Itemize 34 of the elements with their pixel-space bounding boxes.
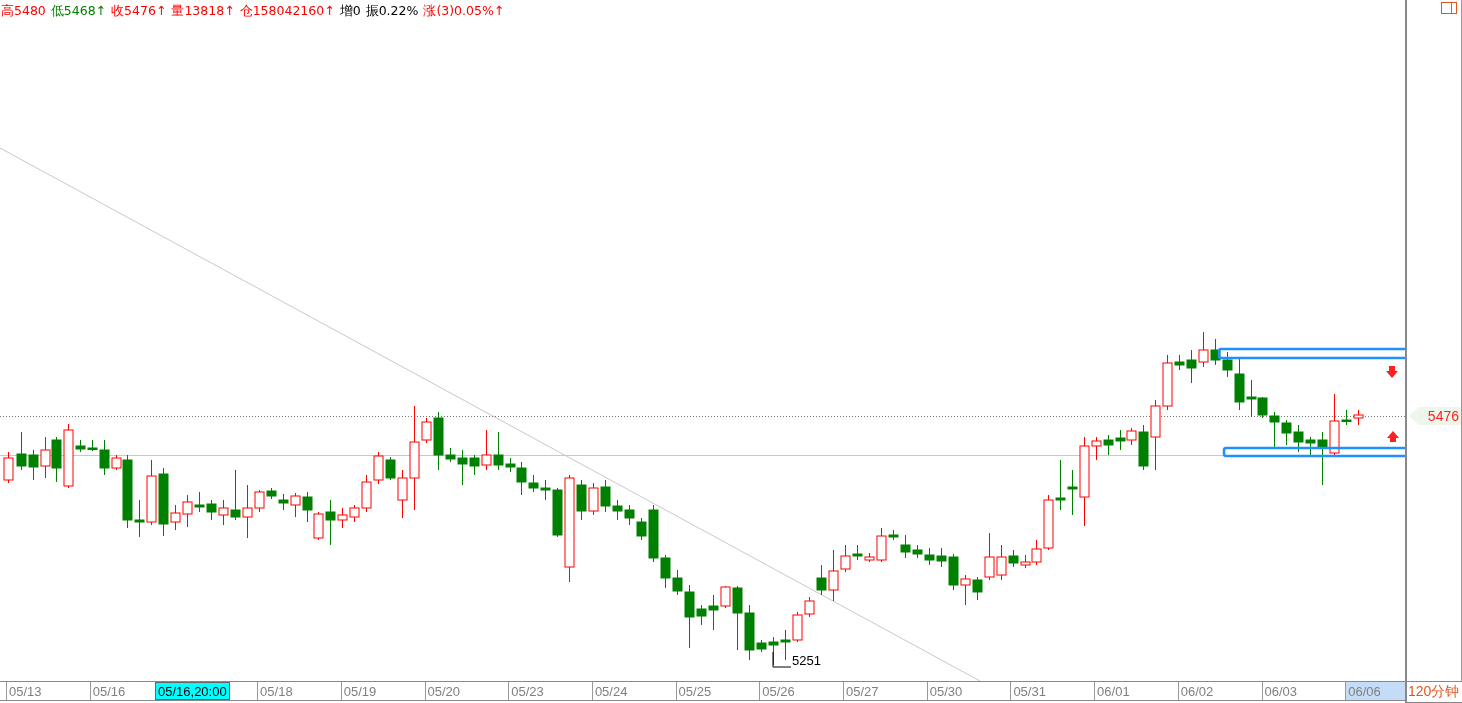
down-arrow-icon [1386, 366, 1398, 378]
date-label: 05/20 [424, 682, 485, 700]
quote-value: 涨(3)0.05%↑ [423, 2, 505, 20]
leader-line [772, 651, 792, 668]
quote-value: 高5480 [1, 2, 46, 20]
date-label: 05/24 [591, 682, 652, 700]
quote-value: 振0.22% [365, 2, 419, 20]
quote-value: 增0 [339, 2, 361, 20]
cursor-time-label: 05/16,20:00 [155, 682, 230, 700]
quote-value: 低5468↑ [50, 2, 107, 20]
date-label: 06/06 [1345, 682, 1406, 700]
date-label: 05/18 [257, 682, 318, 700]
window-toggle-icon[interactable] [1441, 2, 1457, 14]
date-label: 05/23 [508, 682, 569, 700]
up-arrow-icon [1387, 431, 1399, 442]
date-label: 06/03 [1261, 682, 1322, 700]
date-label: 05/13 [6, 682, 66, 700]
date-label: 05/16 [89, 682, 150, 700]
date-label: 05/19 [340, 682, 401, 700]
date-label: 05/25 [675, 682, 736, 700]
date-label: 05/31 [1010, 682, 1071, 700]
quote-value: 仓158042160↑ [239, 2, 335, 20]
quote-value: 量13818↑ [171, 2, 235, 20]
range-box[interactable] [1217, 347, 1405, 360]
date-label: 06/01 [1094, 682, 1155, 700]
date-label: 05/26 [759, 682, 820, 700]
low-price-label: 5251 [792, 653, 821, 668]
date-label: 06/02 [1177, 682, 1238, 700]
range-box[interactable] [1222, 446, 1405, 458]
last-price-label: 5476 [1409, 407, 1461, 425]
period-label[interactable]: 120分钟 [1405, 681, 1462, 703]
date-label: 05/27 [843, 682, 903, 700]
quote-value: 收5476↑ [111, 2, 167, 20]
date-label: 05/30 [926, 682, 987, 700]
